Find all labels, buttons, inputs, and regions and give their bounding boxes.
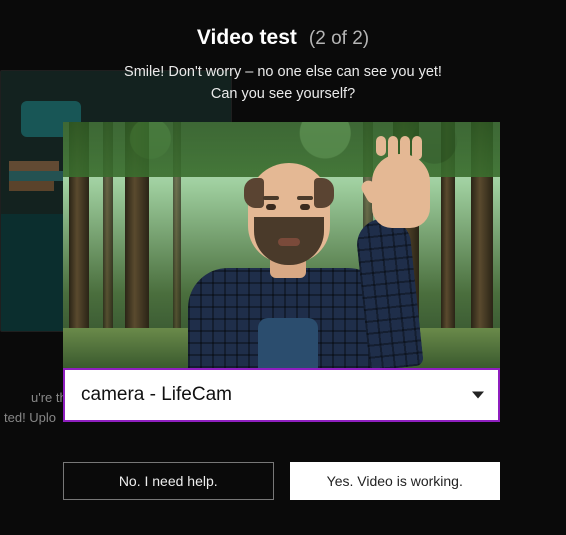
- yes-working-button[interactable]: Yes. Video is working.: [290, 462, 501, 500]
- video-test-dialog: Video test (2 of 2) Smile! Don't worry –…: [0, 0, 566, 535]
- camera-select[interactable]: camera - LifeCam: [63, 368, 500, 422]
- yes-working-button-label: Yes. Video is working.: [327, 473, 463, 489]
- no-help-button-label: No. I need help.: [119, 473, 218, 489]
- subtitle-line-2: Can you see yourself?: [0, 84, 566, 106]
- button-row: No. I need help. Yes. Video is working.: [63, 462, 500, 500]
- person-waving: [158, 158, 418, 368]
- camera-select-value: camera - LifeCam: [81, 384, 232, 406]
- preview-column: camera - LifeCam: [63, 122, 500, 422]
- dialog-subtitle: Smile! Don't worry – no one else can see…: [0, 62, 566, 106]
- camera-preview: [63, 122, 500, 368]
- chevron-down-icon: [472, 392, 484, 399]
- dialog-title-row: Video test (2 of 2): [0, 26, 566, 50]
- dialog-title: Video test: [197, 26, 297, 50]
- subtitle-line-1: Smile! Don't worry – no one else can see…: [0, 62, 566, 84]
- no-help-button[interactable]: No. I need help.: [63, 462, 274, 500]
- dialog-step-indicator: (2 of 2): [309, 28, 369, 50]
